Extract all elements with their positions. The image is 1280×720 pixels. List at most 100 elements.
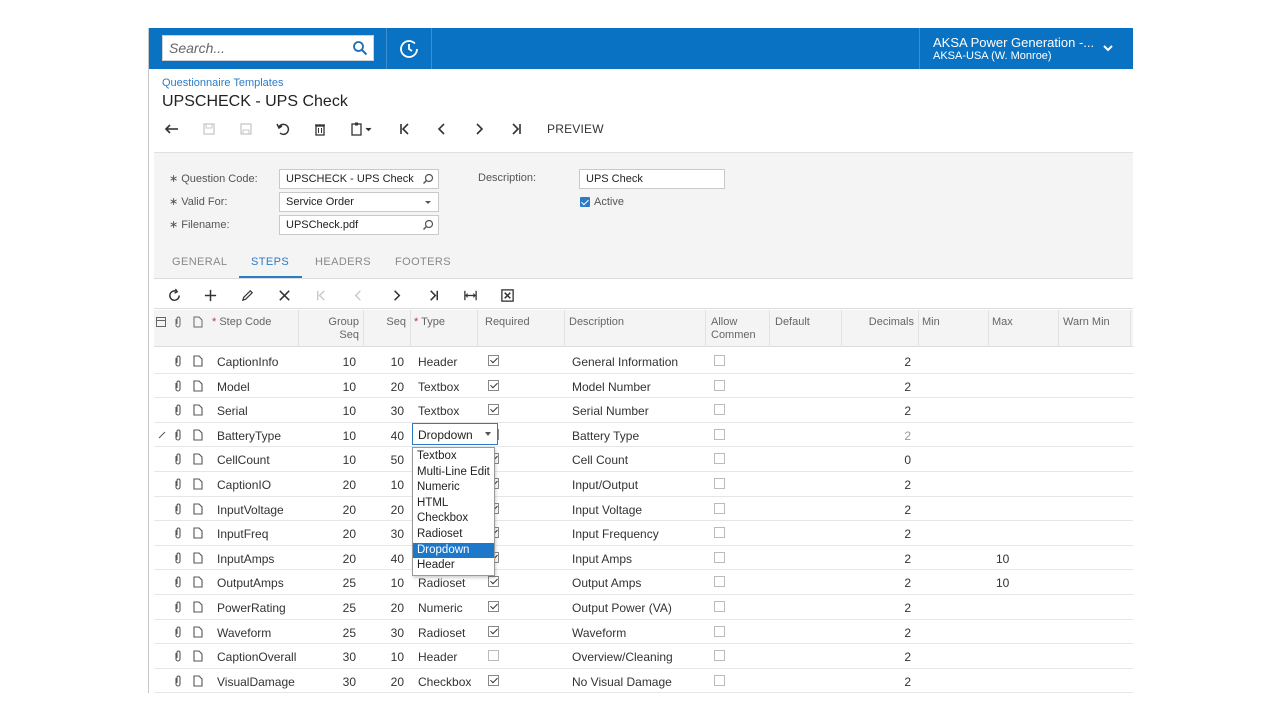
cell-decimals[interactable]: 2 — [844, 601, 911, 615]
cell-type[interactable]: Radioset — [418, 626, 465, 640]
fit-columns-button[interactable] — [460, 285, 480, 305]
note-icon[interactable] — [193, 626, 203, 638]
cell-description[interactable]: Input Voltage — [572, 503, 642, 517]
cell-decimals[interactable]: 2 — [844, 626, 911, 640]
cell-allow-comment-checkbox[interactable] — [714, 601, 725, 612]
breadcrumb[interactable]: Questionnaire Templates — [162, 77, 283, 89]
search-icon[interactable] — [422, 219, 434, 231]
back-button[interactable] — [162, 119, 182, 139]
cell-allow-comment-checkbox[interactable] — [714, 502, 725, 514]
cell-group-seq[interactable]: 20 — [304, 552, 356, 566]
cell-required-checkbox[interactable] — [488, 404, 499, 416]
save-close-button[interactable] — [199, 119, 219, 139]
cell-seq[interactable]: 30 — [366, 527, 404, 541]
cell-decimals[interactable]: 0 — [844, 453, 911, 467]
cell-description[interactable]: General Information — [572, 355, 678, 369]
cell-group-seq[interactable]: 25 — [304, 626, 356, 640]
cell-type[interactable]: Checkbox — [418, 675, 471, 689]
cell-description[interactable]: Model Number — [572, 380, 651, 394]
question-code-field[interactable]: UPSCHECK - UPS Check — [279, 169, 439, 189]
cell-decimals[interactable]: 2 — [844, 503, 911, 517]
cell-seq[interactable]: 30 — [366, 404, 404, 418]
cell-description[interactable]: Waveform — [572, 626, 626, 640]
type-dropdown[interactable]: Dropdown — [412, 423, 498, 445]
cell-step-code[interactable]: InputVoltage — [217, 503, 284, 517]
cell-decimals[interactable]: 2 — [844, 576, 911, 590]
type-option[interactable]: Textbox — [413, 449, 494, 465]
table-row[interactable]: Waveform 25 30 Radioset Waveform 2 — [154, 619, 1133, 645]
grid-next-page-button[interactable] — [386, 285, 406, 305]
cell-seq[interactable]: 40 — [366, 429, 404, 443]
table-row[interactable]: VisualDamage 30 20 Checkbox No Visual Damage… — [154, 668, 1133, 693]
note-icon[interactable] — [193, 429, 203, 441]
cell-required-checkbox[interactable] — [488, 355, 499, 366]
table-row[interactable]: Serial 10 30 Textbox Serial Number 2 — [154, 398, 1133, 423]
note-icon[interactable] — [193, 601, 203, 613]
cell-decimals[interactable]: 2 — [844, 552, 911, 566]
cell-allow-comment-checkbox[interactable] — [714, 674, 725, 686]
preview-button[interactable]: PREVIEW — [547, 122, 604, 136]
cell-allow-comment-checkbox[interactable] — [714, 478, 725, 489]
cell-seq[interactable]: 20 — [366, 380, 404, 394]
table-row[interactable]: BatteryType 10 40 Battery Type 2 — [154, 422, 1133, 448]
undo-button[interactable] — [273, 119, 293, 139]
cell-group-seq[interactable]: 25 — [304, 601, 356, 615]
cell-description[interactable]: Cell Count — [572, 453, 628, 467]
cell-step-code[interactable]: CellCount — [217, 453, 270, 467]
active-checkbox[interactable]: Active — [580, 196, 624, 208]
cell-allow-comment-checkbox[interactable] — [714, 576, 725, 588]
clipboard-menu-button[interactable] — [347, 119, 377, 139]
search-box[interactable] — [162, 35, 374, 61]
cell-type[interactable]: Header — [418, 355, 457, 369]
cell-description[interactable]: Output Amps — [572, 576, 641, 590]
attachment-icon[interactable] — [173, 527, 183, 539]
search-icon[interactable] — [422, 173, 434, 185]
cell-group-seq[interactable]: 30 — [304, 675, 356, 689]
cell-description[interactable]: Input Frequency — [572, 527, 659, 541]
cell-step-code[interactable]: PowerRating — [217, 601, 286, 615]
attachment-icon[interactable] — [173, 355, 183, 367]
attachment-icon[interactable] — [173, 429, 183, 441]
note-icon[interactable] — [193, 453, 203, 465]
type-option[interactable]: Dropdown — [413, 542, 494, 559]
cell-step-code[interactable]: CaptionInfo — [217, 355, 278, 369]
checkbox-checked-icon[interactable] — [580, 197, 590, 207]
cell-group-seq[interactable]: 20 — [304, 478, 356, 492]
attachment-icon[interactable] — [173, 453, 183, 465]
table-row[interactable]: PowerRating 25 20 Numeric Output Power (VA) 2 — [154, 595, 1133, 620]
cell-seq[interactable]: 20 — [366, 675, 404, 689]
tenant-selector[interactable]: AKSA Power Generation -... AKSA-USA (W. … — [919, 28, 1133, 69]
note-icon[interactable] — [193, 650, 203, 662]
delete-row-button[interactable] — [274, 285, 294, 305]
grid-prev-page-button[interactable] — [348, 285, 368, 305]
tab-general[interactable]: GENERAL — [172, 256, 227, 268]
attachment-icon[interactable] — [173, 380, 183, 392]
cell-allow-comment-checkbox[interactable] — [714, 625, 725, 637]
cell-allow-comment-checkbox[interactable] — [714, 453, 725, 465]
cell-allow-comment-checkbox[interactable] — [714, 404, 725, 416]
attachment-icon[interactable] — [173, 503, 183, 515]
table-row[interactable]: InputVoltage 20 20 Input Voltage 2 — [154, 496, 1133, 522]
col-seq[interactable]: Seq — [368, 316, 406, 329]
note-icon[interactable] — [193, 552, 203, 564]
cell-type[interactable]: Header — [418, 650, 457, 664]
cell-required-checkbox[interactable] — [488, 625, 499, 637]
attachment-icon[interactable] — [173, 626, 183, 638]
refresh-button[interactable] — [164, 285, 184, 305]
filename-field[interactable]: UPSCheck.pdf — [279, 215, 439, 235]
cell-max[interactable]: 10 — [996, 552, 1009, 566]
cell-seq[interactable]: 10 — [366, 478, 404, 492]
cell-seq[interactable]: 10 — [366, 355, 404, 369]
grid-first-page-button[interactable] — [311, 285, 331, 305]
note-icon[interactable] — [193, 527, 203, 539]
col-decimals[interactable]: Decimals — [844, 316, 914, 329]
cell-decimals[interactable]: 2 — [844, 675, 911, 689]
cell-step-code[interactable]: Model — [217, 380, 250, 394]
cell-group-seq[interactable]: 10 — [304, 404, 356, 418]
description-field[interactable]: UPS Check — [579, 169, 725, 189]
type-option[interactable]: Checkbox — [413, 511, 494, 527]
tab-footers[interactable]: FOOTERS — [395, 256, 451, 268]
add-row-button[interactable] — [200, 285, 220, 305]
cell-required-checkbox[interactable] — [488, 650, 499, 662]
cell-step-code[interactable]: VisualDamage — [217, 675, 295, 689]
